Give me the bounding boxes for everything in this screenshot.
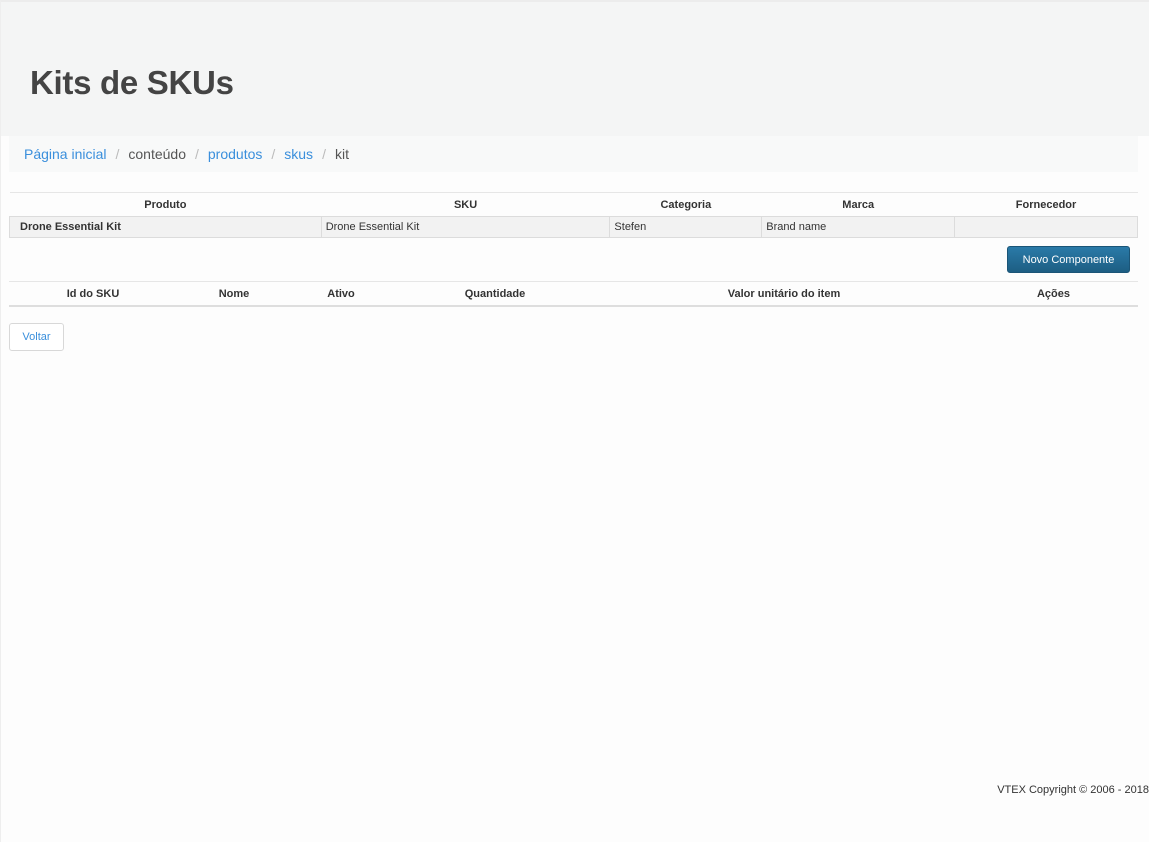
breadcrumb-current: kit (334, 146, 349, 162)
page: Kits de SKUs Página inicial / conteúdo /… (0, 0, 1149, 842)
cell-fornecedor (954, 216, 1138, 238)
table-row: Drone Essential Kit Drone Essential Kit … (9, 216, 1138, 238)
cell-sku: Drone Essential Kit (320, 216, 611, 238)
page-title: Kits de SKUs (30, 64, 234, 101)
breadcrumb-separator: / (322, 146, 326, 162)
kit-table-header: Produto SKU Categoria Marca Fornecedor (9, 192, 1138, 217)
breadcrumb: Página inicial / conteúdo / produtos / s… (9, 136, 1138, 172)
column-header-id-sku: Id do SKU (9, 281, 177, 307)
column-header-marca: Marca (761, 192, 955, 217)
components-table-header: Id do SKU Nome Ativo Quantidade Valor un… (9, 281, 1138, 307)
breadcrumb-separator: / (195, 146, 199, 162)
column-header-sku: SKU (321, 192, 610, 217)
page-header: Kits de SKUs (1, 2, 1149, 136)
cell-produto: Drone Essential Kit (9, 216, 322, 238)
column-header-acoes: Ações (969, 281, 1138, 307)
breadcrumb-products-link[interactable]: produtos (208, 146, 262, 162)
breadcrumb-separator: / (271, 146, 276, 162)
column-header-categoria: Categoria (609, 192, 762, 217)
footer-copyright: VTEX Copyright © 2006 - 2018 (997, 784, 1149, 796)
column-header-valor-unitario: Valor unitário do item (599, 281, 969, 307)
breadcrumb-skus-link[interactable]: skus (284, 146, 313, 162)
breadcrumb-content: conteúdo (128, 146, 186, 162)
kit-table: Produto SKU Categoria Marca Fornecedor D… (9, 192, 1138, 238)
column-header-ativo: Ativo (291, 281, 391, 307)
cell-categoria: Stefen (609, 216, 763, 238)
column-header-nome: Nome (177, 281, 291, 307)
new-component-button[interactable]: Novo Componente (1007, 246, 1130, 273)
back-button[interactable]: Voltar (9, 323, 64, 351)
column-header-produto: Produto (9, 192, 322, 217)
components-table: Id do SKU Nome Ativo Quantidade Valor un… (9, 281, 1138, 307)
cell-marca: Brand name (761, 216, 956, 238)
breadcrumb-separator: / (115, 146, 120, 162)
breadcrumb-home-link[interactable]: Página inicial (24, 146, 107, 162)
column-header-quantidade: Quantidade (391, 281, 599, 307)
column-header-fornecedor: Fornecedor (954, 192, 1138, 217)
